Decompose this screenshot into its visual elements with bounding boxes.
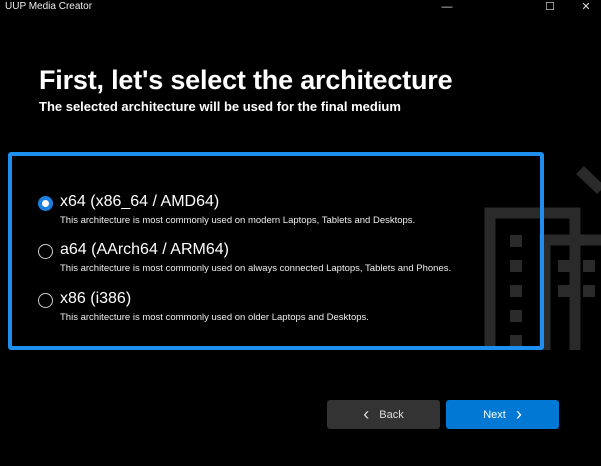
radio-a64[interactable] [38,244,53,259]
radio-x86[interactable] [38,293,53,308]
page-title: First, let's select the architecture [39,65,453,95]
option-description: This architecture is most commonly used … [60,215,416,226]
chevron-left-icon: ‹ [363,404,370,424]
back-label: Back [379,408,404,421]
option-description: This architecture is most commonly used … [60,263,452,274]
maximize-button[interactable]: ☐ [535,0,565,16]
chevron-right-icon: › [515,404,522,424]
next-button[interactable]: Next › [446,400,559,429]
minimize-button[interactable]: — [432,0,462,16]
option-label: x64 (x86_64 / AMD64) [60,193,220,210]
option-label: x86 (i386) [60,290,132,307]
window-title: UUP Media Creator [5,1,93,12]
close-button[interactable]: ✕ [571,0,601,16]
page-subtitle: The selected architecture will be used f… [39,99,401,114]
next-label: Next [483,408,506,421]
radio-x64-selected[interactable] [38,196,53,211]
title-bar: UUP Media Creator — ☐ ✕ [0,0,601,16]
back-button[interactable]: ‹ Back [327,400,440,429]
option-label: a64 (AArch64 / ARM64) [60,241,229,258]
option-description: This architecture is most commonly used … [60,312,369,323]
